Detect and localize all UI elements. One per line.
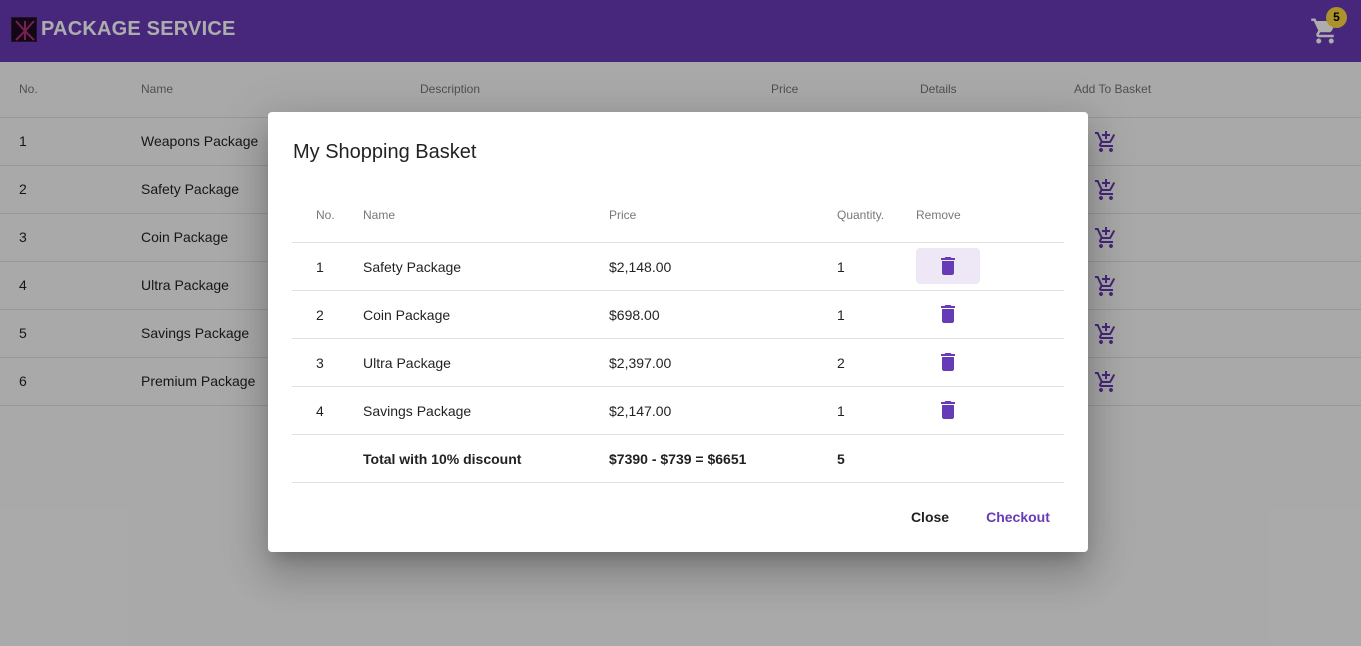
basket-item-no: 4 xyxy=(316,403,324,419)
basket-item-quantity: 1 xyxy=(837,307,845,323)
basket-item-price: $698.00 xyxy=(609,307,660,323)
basket-item-name: Ultra Package xyxy=(363,355,451,371)
basket-item-price: $2,147.00 xyxy=(609,403,672,419)
remove-item-button[interactable] xyxy=(916,392,980,428)
basket-row: 1 Safety Package $2,148.00 1 xyxy=(292,243,1064,291)
basket-item-quantity: 1 xyxy=(837,259,845,275)
basket-row: 3 Ultra Package $2,397.00 2 xyxy=(292,339,1064,387)
basket-header-quantity: Quantity. xyxy=(837,208,885,222)
basket-item-name: Savings Package xyxy=(363,403,472,419)
basket-item-name: Safety Package xyxy=(363,259,462,275)
basket-total-row: Total with 10% discount $7390 - $739 = $… xyxy=(292,435,1064,483)
basket-row: 4 Savings Package $2,147.00 1 xyxy=(292,387,1064,435)
close-button[interactable]: Close xyxy=(896,502,964,532)
trash-icon xyxy=(941,305,955,323)
dialog-actions: Close Checkout xyxy=(268,502,1088,532)
basket-item-no: 2 xyxy=(316,307,324,323)
basket-item-quantity: 1 xyxy=(837,403,845,419)
dialog-title: My Shopping Basket xyxy=(293,141,477,163)
basket-item-price: $2,397.00 xyxy=(609,355,672,371)
remove-item-button[interactable] xyxy=(916,344,980,380)
basket-table: No. Name Price Quantity. Remove 1 Safety … xyxy=(292,187,1064,483)
shopping-basket-dialog: My Shopping Basket No. Name Price Quanti… xyxy=(268,112,1088,552)
basket-item-no: 1 xyxy=(316,259,324,275)
total-price: $7390 - $739 = $6651 xyxy=(609,451,747,467)
basket-header-remove: Remove xyxy=(916,208,961,222)
checkout-button[interactable]: Checkout xyxy=(978,502,1058,532)
trash-icon xyxy=(941,257,955,275)
basket-header-name: Name xyxy=(363,208,396,222)
basket-item-quantity: 2 xyxy=(837,355,845,371)
trash-icon xyxy=(941,401,955,419)
total-quantity: 5 xyxy=(837,451,845,467)
remove-item-button[interactable] xyxy=(916,248,980,284)
total-label: Total with 10% discount xyxy=(363,451,522,467)
basket-header-price: Price xyxy=(609,208,637,222)
basket-row: 2 Coin Package $698.00 1 xyxy=(292,291,1064,339)
basket-item-price: $2,148.00 xyxy=(609,259,672,275)
trash-icon xyxy=(941,353,955,371)
remove-item-button[interactable] xyxy=(916,296,980,332)
basket-header-no: No. xyxy=(316,208,335,222)
basket-item-no: 3 xyxy=(316,355,324,371)
basket-item-name: Coin Package xyxy=(363,307,451,323)
basket-table-header: No. Name Price Quantity. Remove xyxy=(292,187,1064,243)
